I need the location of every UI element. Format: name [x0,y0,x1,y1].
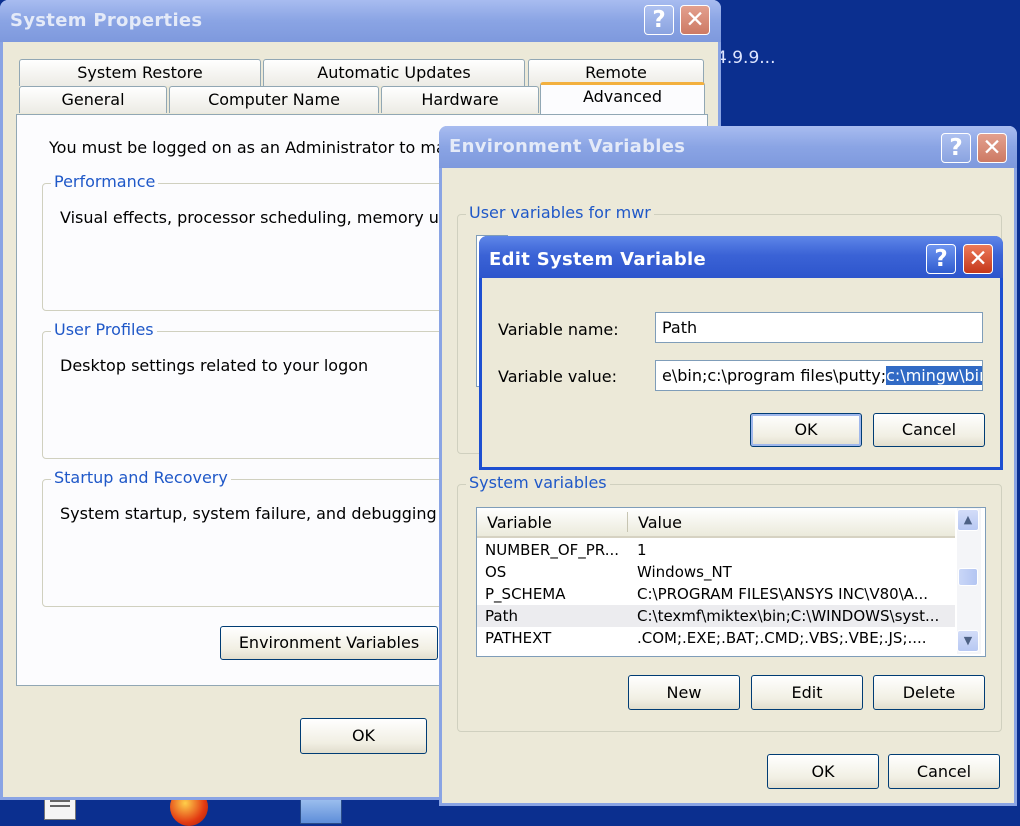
list-header: Variable Value [477,508,955,538]
tab-hardware[interactable]: Hardware [381,86,539,113]
help-icon[interactable]: ? [941,133,971,163]
edit-system-variable-dialog: Edit System Variable ? ✕ Variable name: … [479,236,1003,470]
edit-dialog-cancel-button[interactable]: Cancel [873,413,985,447]
row-value: C:\PROGRAM FILES\ANSYS INC\V80\A... [637,585,929,603]
help-icon[interactable]: ? [644,5,674,35]
environment-variables-titlebar[interactable]: Environment Variables ? ✕ [439,126,1017,168]
variable-value-selection: c:\mingw\bin [886,366,982,385]
tab-automatic-updates[interactable]: Automatic Updates [263,59,525,86]
variable-value-input[interactable]: e\bin;c:\program files\putty;c:\mingw\bi… [655,360,983,391]
window-title: System Properties [10,10,203,31]
row-value: .COM;.EXE;.BAT;.CMD;.VBS;.VBE;.JS;.... [637,629,927,647]
system-variables-list[interactable]: Variable Value NUMBER_OF_PR... 1 OS Wind… [476,507,986,657]
environment-variables-ok-button[interactable]: OK [767,754,879,789]
system-properties-ok-button[interactable]: OK [300,718,427,754]
edit-button[interactable]: Edit [751,675,863,710]
tab-computer-name[interactable]: Computer Name [169,86,379,113]
system-variables-group: System variables Variable Value NUMBER_O… [457,473,1002,732]
environment-variables-button[interactable]: Environment Variables [220,626,438,660]
close-icon[interactable]: ✕ [977,133,1007,163]
close-icon[interactable]: ✕ [680,5,710,35]
system-properties-titlebar[interactable]: System Properties ? ✕ [0,0,721,42]
delete-button[interactable]: Delete [873,675,985,710]
table-row[interactable]: OS Windows_NT [477,561,955,583]
variable-name-value: Path [662,318,698,337]
edit-dialog-ok-button[interactable]: OK [750,413,862,447]
dialog-title: Edit System Variable [489,249,707,270]
startup-recovery-legend: Startup and Recovery [51,468,231,487]
help-icon[interactable]: ? [926,244,956,274]
startup-recovery-description: System startup, system failure, and debu… [60,504,472,523]
row-variable: OS [485,563,507,581]
row-variable: PATHEXT [485,629,552,647]
admin-notice: You must be logged on as an Administrato… [49,138,465,157]
new-button[interactable]: New [628,675,740,710]
system-variables-legend: System variables [466,473,610,492]
edit-system-variable-titlebar[interactable]: Edit System Variable ? ✕ [479,236,1003,278]
close-icon[interactable]: ✕ [963,244,993,274]
table-row[interactable]: NUMBER_OF_PR... 1 [477,539,955,561]
environment-variables-cancel-button[interactable]: Cancel [888,754,1000,789]
variable-value-text: e\bin;c:\program files\putty; [662,366,887,385]
variable-name-input[interactable]: Path [655,312,983,343]
row-value: 1 [637,541,647,559]
variable-name-label: Variable name: [498,320,619,339]
table-row[interactable]: PATHEXT .COM;.EXE;.BAT;.CMD;.VBS;.VBE;.J… [477,627,955,649]
tab-general[interactable]: General [19,86,167,113]
user-profiles-description: Desktop settings related to your logon [60,356,369,375]
desktop-background-text: 4.9.9... [716,48,776,68]
scroll-up-icon[interactable]: ▲ [957,509,979,531]
row-value: C:\texmf\miktex\bin;C:\WINDOWS\syst... [637,607,940,625]
tab-system-restore[interactable]: System Restore [19,59,261,86]
performance-legend: Performance [51,172,159,191]
table-row[interactable]: P_SCHEMA C:\PROGRAM FILES\ANSYS INC\V80\… [477,583,955,605]
row-variable: NUMBER_OF_PR... [485,541,620,559]
row-variable: Path [485,607,518,625]
user-profiles-legend: User Profiles [51,320,157,339]
row-variable: P_SCHEMA [485,585,566,603]
row-value: Windows_NT [637,563,732,581]
scrollbar-thumb[interactable] [958,568,978,586]
vertical-scrollbar[interactable]: ▲ ▼ [957,508,981,654]
column-header-variable[interactable]: Variable [487,513,552,532]
scroll-down-icon[interactable]: ▼ [957,630,979,652]
table-row-selected[interactable]: Path C:\texmf\miktex\bin;C:\WINDOWS\syst… [477,605,955,627]
column-header-value[interactable]: Value [638,513,682,532]
tab-advanced[interactable]: Advanced [540,82,705,116]
window-title: Environment Variables [449,136,686,157]
performance-description: Visual effects, processor scheduling, me… [60,208,458,227]
variable-value-label: Variable value: [498,367,617,386]
user-variables-legend: User variables for mwr [466,203,654,222]
